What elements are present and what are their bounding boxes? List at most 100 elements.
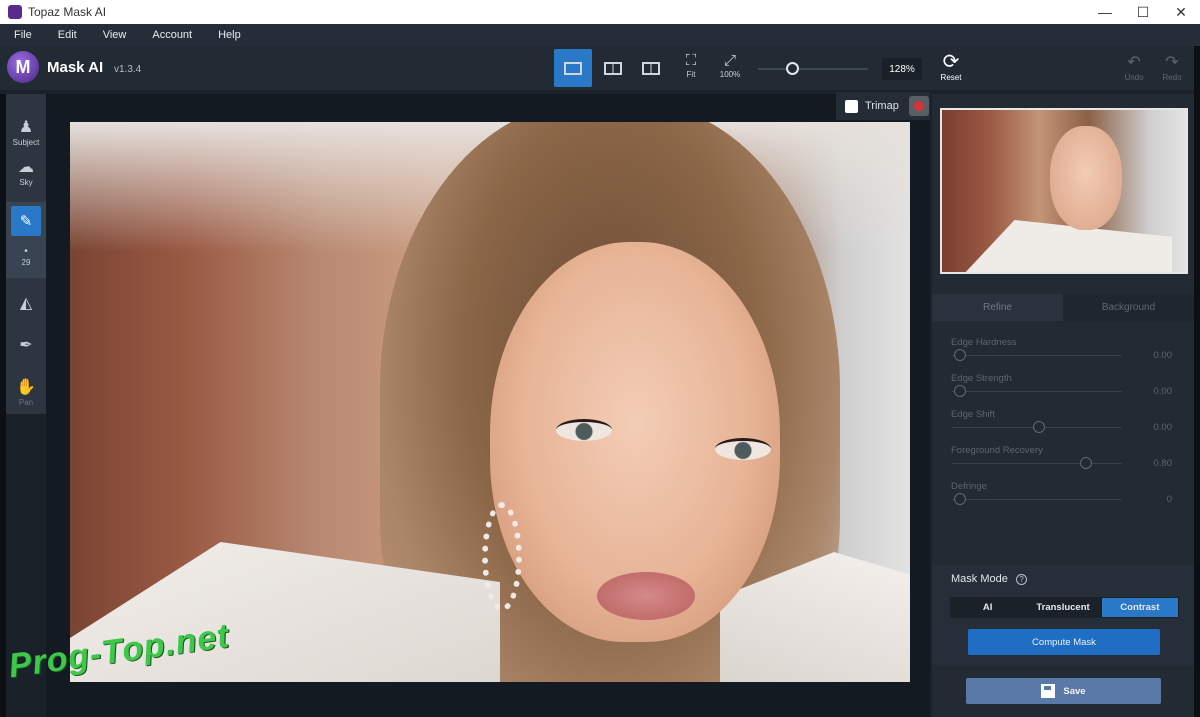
split-view-icon [604,61,622,75]
title-bar: Topaz Mask AI — ☐ ✕ [0,0,1200,24]
app-name: Mask AI [47,59,104,76]
slider-value: 0.00 [1153,386,1173,397]
zoom-slider-knob[interactable] [785,62,799,75]
redo-icon: ↷ [1165,54,1179,71]
photo-earring [482,502,522,612]
trimap-toggle[interactable]: Trimap [836,92,930,120]
thumbnail-jacket [962,220,1172,272]
pan-label: Pan [18,398,34,407]
subject-icon: ♟ [18,119,34,136]
single-view-icon [564,61,582,75]
slider-label: Edge Shift [951,409,995,420]
fit-icon: ⛶ [685,52,697,69]
brush-icon: ✎ [11,206,41,236]
slider-value: 0.00 [1153,422,1173,433]
mask-mode-ai[interactable]: AI [951,598,1025,617]
menu-view[interactable]: View [103,29,127,41]
photo-lips [597,572,695,620]
sky-label: Sky [19,178,33,187]
minimize-button[interactable]: — [1086,0,1124,24]
menu-edit[interactable]: Edit [58,29,77,41]
eyedropper-tool[interactable]: ✒ [6,336,46,356]
apple-icon[interactable] [908,96,929,116]
save-button[interactable]: Save [966,678,1161,704]
save-disk-icon [1041,684,1056,698]
photo-left-eye [556,419,612,441]
help-icon[interactable]: ? [1016,574,1027,585]
compute-mask-button[interactable]: Compute Mask [968,629,1160,655]
brush-size-dot: • [24,246,28,257]
zoom-value[interactable]: 128% [882,58,922,80]
slider-knob[interactable] [1033,421,1045,433]
trimap-label: Trimap [865,100,899,112]
slider-label: Defringe [951,481,987,492]
slider-label: Edge Strength [951,373,1012,384]
mask-mode-contrast[interactable]: Contrast [1101,598,1178,617]
tab-background[interactable]: Background [1063,294,1194,321]
mask-mode-translucent[interactable]: Translucent [1024,598,1102,617]
menu-bar: File Edit View Account Help [0,24,1200,46]
menu-file[interactable]: File [14,29,32,41]
trimap-checkbox[interactable] [845,99,858,113]
cloud-icon: ☁ [18,159,34,176]
pan-tool[interactable]: ✋ Pan [6,378,46,407]
slider-track[interactable] [952,355,1122,356]
split-view-button[interactable] [594,49,632,87]
slider-track[interactable] [952,391,1122,392]
tab-refine[interactable]: Refine [932,294,1063,321]
navigator-thumbnail[interactable] [940,108,1188,274]
fit-button[interactable]: ⛶ Fit [675,52,707,79]
zoom-slider-track[interactable] [758,68,868,70]
sky-tool[interactable]: ☁ Sky [6,158,46,187]
slider-value: 0.00 [1153,350,1173,361]
close-button[interactable]: ✕ [1162,0,1200,24]
subject-label: Subject [12,138,40,147]
menu-account[interactable]: Account [152,29,192,41]
reset-label: Reset [940,73,962,82]
reset-button[interactable]: ⟳ Reset [938,51,964,82]
thumbnail-face [1050,126,1122,230]
full-size-button[interactable]: ⤢ 100% [714,52,746,79]
maximize-button[interactable]: ☐ [1124,0,1162,24]
single-view-button[interactable] [554,49,592,87]
fit-label: Fit [686,70,696,79]
subject-tool[interactable]: ♟ Subject [6,118,46,147]
expand-icon: ⤢ [723,52,736,69]
window-controls: — ☐ ✕ [1086,0,1200,24]
paint-bucket-icon: ◭ [19,295,33,312]
left-toolbar: ♟ Subject ☁ Sky ✎ • 29 ◭ ✒ ✋ Pan [6,94,46,414]
undo-icon: ↶ [1127,54,1141,71]
redo-label: Redo [1162,73,1182,82]
slider-track[interactable] [952,463,1122,464]
eyedropper-icon: ✒ [19,337,33,354]
brush-size-value: 29 [21,258,31,267]
save-label: Save [1063,685,1086,697]
undo-button[interactable]: ↶ Undo [1120,53,1148,82]
slider-knob[interactable] [954,349,966,361]
fill-tool[interactable]: ◭ [6,294,46,314]
menu-help[interactable]: Help [218,29,241,41]
full-size-label: 100% [719,70,741,79]
toolbar: M Mask AI v1.3.4 ⛶ Fit ⤢ 100% 128% ⟳ Res… [0,46,1200,90]
photo-right-eye [715,438,771,460]
mask-mode-title: Mask Mode [951,573,1008,585]
slider-knob[interactable] [954,385,966,397]
brush-tool[interactable]: ✎ • 29 [6,202,46,278]
redo-button[interactable]: ↷ Redo [1158,53,1186,82]
slider-value: 0 [1166,494,1172,505]
slider-label: Foreground Recovery [951,445,1043,456]
slider-track[interactable] [952,499,1122,500]
window-title: Topaz Mask AI [28,5,107,19]
undo-label: Undo [1124,73,1144,82]
reset-icon: ⟳ [942,51,960,73]
side-by-side-view-button[interactable] [632,49,670,87]
right-edge [1194,46,1200,717]
mask-ai-logo: M [7,51,39,83]
main-photo[interactable] [70,122,910,682]
slider-knob[interactable] [954,493,966,505]
hand-icon: ✋ [16,379,36,396]
slider-value: 0.80 [1153,458,1173,469]
mask-mode-selector: AI Translucent Contrast [950,597,1179,618]
panel-tabs: Refine Background [932,294,1194,321]
slider-label: Edge Hardness [951,337,1017,348]
